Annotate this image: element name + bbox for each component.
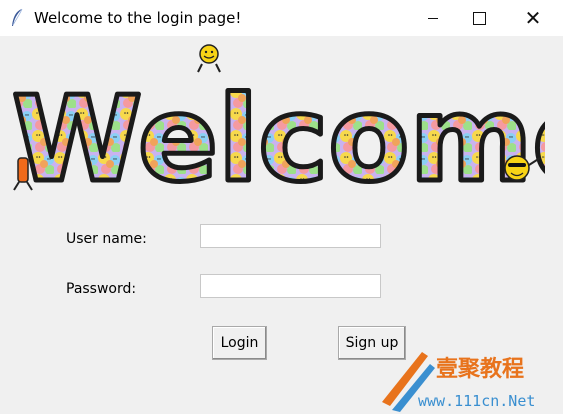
feather-icon xyxy=(12,8,23,26)
watermark-cn-text: 壹聚教程 xyxy=(436,356,524,382)
title-bar[interactable]: Welcome to the login page! ✕ xyxy=(0,0,563,36)
watermark-url-text: www.111cn.Net xyxy=(418,392,535,410)
minimize-button[interactable] xyxy=(410,0,456,36)
username-label: User name: xyxy=(66,231,147,247)
login-button[interactable]: Login xyxy=(212,326,267,360)
smiley-character-top xyxy=(197,44,221,73)
welcome-banner-image: Welcome xyxy=(10,44,545,197)
password-label: Password: xyxy=(66,281,137,297)
maximize-icon xyxy=(472,11,486,25)
window-content: Welcome User name: Password: Login Sign … xyxy=(0,36,563,414)
close-button[interactable]: ✕ xyxy=(510,0,556,36)
welcome-banner-text: Welcome xyxy=(12,70,545,197)
password-input[interactable] xyxy=(200,274,381,298)
window-title: Welcome to the login page! xyxy=(34,9,242,27)
maximize-button[interactable] xyxy=(456,0,502,36)
username-input[interactable] xyxy=(200,224,381,248)
watermark-logo: 壹聚教程 www.111cn.Net xyxy=(382,352,535,412)
close-icon: ✕ xyxy=(524,6,542,30)
minimize-icon xyxy=(428,17,438,19)
